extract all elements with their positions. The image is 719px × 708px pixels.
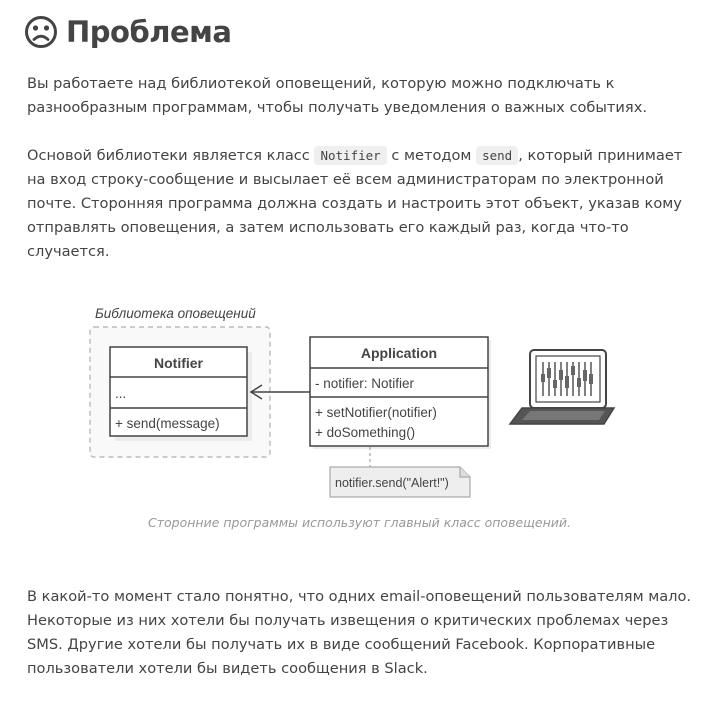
intro-paragraph: Вы работаете над библиотекой оповещений,… xyxy=(27,75,647,116)
notifier-class-name: Notifier xyxy=(154,355,204,371)
application-method-dosomething: + doSomething() xyxy=(315,425,415,440)
application-class: Application - notifier: Notifier + setNo… xyxy=(309,336,491,449)
notifier-class: Notifier ... + send(message) xyxy=(109,346,252,441)
application-class-fields: - notifier: Notifier xyxy=(315,376,415,391)
paragraph-text: Основой библиотеки является класс xyxy=(27,147,315,164)
notifier-class-methods: + send(message) xyxy=(115,416,220,431)
library-group-label: Библиотека оповещений xyxy=(95,306,256,321)
code-note: notifier.send("Alert!") xyxy=(329,466,471,498)
association-arrow xyxy=(249,384,310,400)
problem-paragraph: В какой-то момент стало понятно, что одн… xyxy=(27,588,692,677)
page-title: Проблема xyxy=(24,10,232,54)
uml-diagram: Библиотека оповещений Notifier ... + sen… xyxy=(89,306,616,498)
page-title-text: Проблема xyxy=(66,15,232,49)
inline-code-notifier: Notifier xyxy=(314,146,387,165)
figure-caption: Сторонние программы используют главный к… xyxy=(147,515,571,530)
sad-face-icon xyxy=(25,16,57,48)
code-note-text: notifier.send("Alert!") xyxy=(335,476,449,490)
application-class-name: Application xyxy=(361,345,437,361)
notifier-paragraph: Основой библиотеки является класс Notifi… xyxy=(27,144,699,264)
inline-code-send: send xyxy=(476,146,519,165)
application-method-setnotifier: + setNotifier(notifier) xyxy=(315,405,437,420)
notifier-class-fields: ... xyxy=(115,386,126,401)
laptop-icon xyxy=(508,349,616,425)
paragraph-text: с методом xyxy=(386,147,477,164)
